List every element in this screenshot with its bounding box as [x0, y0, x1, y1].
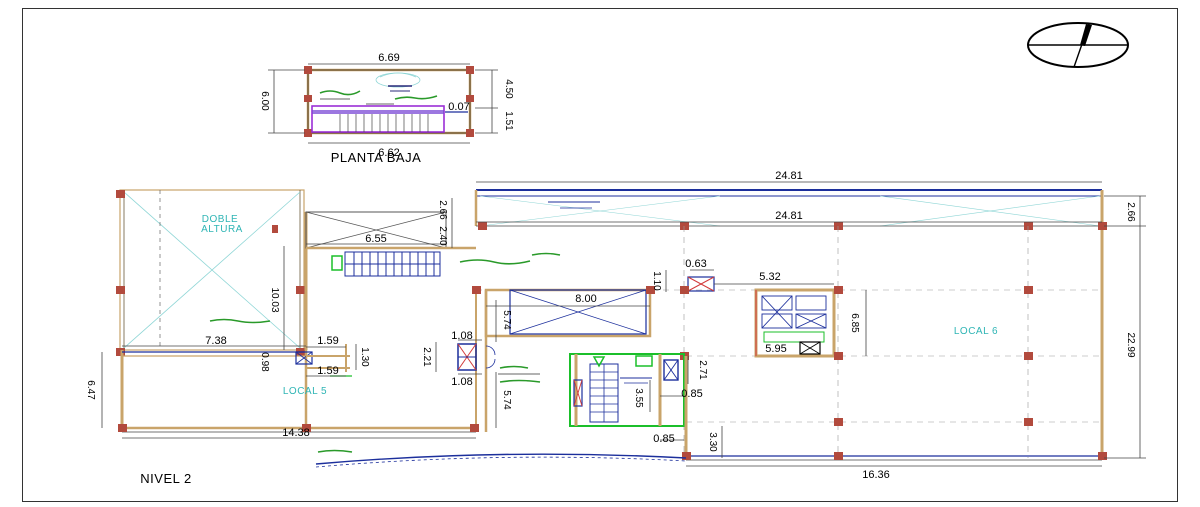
dim-stair-w2: 0.85 — [653, 433, 674, 445]
dim-small-a: 0.63 — [685, 258, 706, 270]
title-nivel-2: NIVEL 2 — [140, 471, 191, 486]
dim-pb-right-lower: 1.51 — [503, 111, 514, 131]
floor-plan-drawing: 6.69 6.62 6.00 4.50 1.51 0.07 PLANTA BAJ… — [85, 22, 1146, 486]
dim-void-top: 2.66 — [437, 200, 448, 220]
dim-bottom-right: 16.36 — [862, 469, 890, 481]
title-planta-baja: PLANTA BAJA — [331, 150, 422, 165]
dim-stub-a: 1.59 — [317, 335, 338, 347]
dim-shaft-b: 1.08 — [451, 376, 472, 388]
dim-bath-width: 5.32 — [759, 271, 780, 283]
dim-right-top: 2.66 — [1125, 202, 1136, 222]
dim-bottom-left: 14.38 — [282, 427, 310, 439]
dim-left-h: 6.47 — [85, 380, 96, 400]
dim-top-overall: 24.81 — [775, 170, 803, 182]
dim-pb-inner: 0.07 — [448, 101, 469, 113]
dim-stair-side: 2.71 — [697, 360, 708, 380]
dim-stub-d: 0.98 — [259, 352, 270, 372]
dim-bottom-right-h: 3.30 — [707, 432, 718, 452]
dim-void-side: 2.40 — [437, 226, 448, 246]
dim-lower-left-h: 5.74 — [501, 390, 512, 410]
dim-core-width: 8.00 — [575, 293, 596, 305]
dim-pb-top: 6.69 — [378, 52, 399, 64]
dim-stair-w: 0.85 — [681, 388, 702, 400]
dim-pb-left: 6.00 — [259, 91, 270, 111]
dim-pb-right-upper: 4.50 — [503, 79, 514, 99]
dim-shaft-a: 1.08 — [451, 330, 472, 342]
dim-right-overall: 22.99 — [1125, 332, 1136, 357]
dim-shaft-c: 2.21 — [421, 347, 432, 367]
dim-void-width: 6.55 — [365, 233, 386, 245]
dim-bath-bottom: 5.95 — [765, 343, 786, 355]
dim-doble-height: 10.03 — [269, 287, 280, 312]
dim-stub-c: 1.30 — [359, 347, 370, 367]
label-altura: ALTURA — [201, 224, 243, 235]
north-arrow-icon — [1027, 22, 1129, 68]
label-local-5: LOCAL 5 — [283, 386, 327, 397]
dim-stair-h: 3.55 — [633, 388, 644, 408]
dim-core-height: 5.74 — [501, 310, 512, 330]
dim-mid-width: 7.38 — [205, 335, 226, 347]
dim-stub-b: 1.59 — [317, 365, 338, 377]
label-local-6: LOCAL 6 — [954, 326, 998, 337]
dim-small-b: 1.10 — [651, 271, 662, 291]
dim-bath-height: 6.85 — [849, 313, 860, 333]
dim-top-inner: 24.81 — [775, 210, 803, 222]
